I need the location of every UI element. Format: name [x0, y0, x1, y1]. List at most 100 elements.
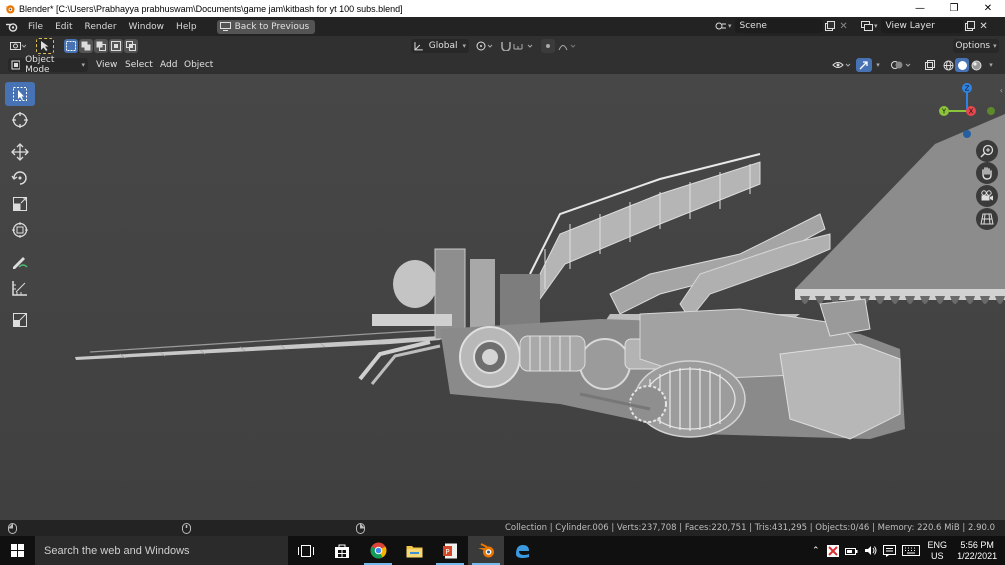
navigation-gizmo[interactable]: Z Y X — [930, 82, 1005, 147]
proportional-editing-toggle[interactable] — [541, 39, 555, 53]
ruler-measure-icon — [12, 281, 27, 296]
shading-material-button[interactable] — [969, 58, 983, 72]
tool-cursor[interactable] — [5, 108, 35, 132]
pivot-point-dropdown[interactable] — [474, 39, 496, 53]
menu-help[interactable]: Help — [170, 22, 203, 32]
select-mode-subtract-button[interactable] — [94, 39, 108, 53]
menu-view[interactable]: View — [96, 58, 117, 72]
blender-menu-icon[interactable] — [0, 17, 22, 36]
taskbar-store-app[interactable] — [324, 536, 360, 565]
taskbar-edge-app[interactable] — [504, 536, 540, 565]
transform-icon — [12, 222, 28, 238]
menu-select[interactable]: Select — [125, 58, 153, 72]
shading-dropdown[interactable]: ▾ — [985, 58, 997, 72]
tool-annotate[interactable] — [5, 250, 35, 274]
menu-edit[interactable]: Edit — [49, 22, 78, 32]
menu-object[interactable]: Object — [184, 58, 213, 72]
battery-icon[interactable] — [844, 546, 858, 556]
delete-view-layer-icon[interactable]: ✕ — [977, 19, 991, 33]
tray-expand-chevron-icon[interactable]: ⌃ — [812, 545, 820, 556]
minimize-button[interactable]: — — [903, 0, 937, 17]
volume-icon[interactable] — [864, 545, 877, 556]
add-cube-icon — [13, 313, 27, 327]
gizmo-neg-y[interactable] — [987, 107, 995, 115]
xray-icon — [925, 60, 935, 70]
action-center-icon[interactable] — [882, 544, 896, 557]
select-intersect-icon — [126, 41, 136, 51]
editor-type-selector[interactable] — [6, 39, 30, 53]
zoom-button[interactable] — [976, 140, 998, 162]
options-dropdown[interactable]: Options ▾ — [953, 39, 999, 53]
view-layer-field[interactable]: View Layer — [880, 19, 963, 33]
select-mode-extend-button[interactable] — [79, 39, 93, 53]
overlay-circles-icon — [891, 61, 911, 69]
menu-render[interactable]: Render — [79, 22, 123, 32]
tool-transform[interactable] — [5, 218, 35, 242]
camera-view-button[interactable] — [976, 185, 998, 207]
language-indicator[interactable]: ENG US — [928, 540, 948, 562]
tray-app-icon[interactable] — [826, 544, 839, 557]
gizmo-dropdown[interactable]: ▾ — [873, 58, 883, 72]
taskbar-file-explorer-app[interactable] — [396, 536, 432, 565]
pan-button[interactable] — [976, 162, 998, 184]
menu-add[interactable]: Add — [160, 58, 177, 72]
windows-start-button[interactable] — [0, 536, 35, 565]
transform-orientation-dropdown[interactable]: Global ▾ — [411, 39, 469, 53]
overlays-dropdown[interactable] — [889, 58, 915, 72]
chevron-down-icon: ▾ — [874, 22, 878, 30]
select-mode-invert-button[interactable] — [109, 39, 123, 53]
screen-icon — [219, 22, 231, 31]
ortho-toggle-button[interactable] — [976, 208, 998, 230]
chevron-down-icon: ▾ — [876, 61, 880, 69]
view-layer-text: View Layer — [885, 21, 935, 31]
taskbar-office-app[interactable]: P — [432, 536, 468, 565]
proportional-falloff-dropdown[interactable] — [557, 39, 579, 53]
clock[interactable]: 5:56 PM 1/22/2021 — [957, 540, 997, 562]
task-view-button[interactable] — [288, 536, 324, 565]
shading-wireframe-button[interactable] — [941, 58, 955, 72]
select-box-tool-button[interactable] — [36, 38, 54, 54]
delete-scene-icon[interactable]: ✕ — [837, 19, 851, 33]
viewport-scene-render — [0, 74, 1005, 520]
tool-select-box[interactable] — [5, 82, 35, 106]
snap-toggle[interactable] — [498, 39, 538, 53]
sidebar-toggle-chevron-icon[interactable]: ‹ — [1000, 86, 1003, 95]
chevron-down-icon: ▾ — [81, 61, 85, 69]
gizmo-neg-z[interactable] — [963, 130, 971, 138]
keyboard-icon[interactable] — [901, 545, 920, 556]
menu-file[interactable]: File — [22, 22, 49, 32]
3d-viewport[interactable]: Z Y X ‹ — [0, 74, 1005, 520]
gizmo-z-label: Z — [965, 85, 970, 93]
scene-name-field[interactable]: Scene — [734, 19, 823, 33]
tool-move[interactable] — [5, 140, 35, 164]
editor-type-icon — [10, 42, 26, 50]
folder-icon — [406, 545, 422, 557]
close-button[interactable]: ✕ — [971, 0, 1005, 17]
tool-rotate[interactable] — [5, 166, 35, 190]
tool-scale[interactable] — [5, 192, 35, 216]
visibility-dropdown[interactable] — [830, 58, 854, 72]
gizmo-toggle[interactable] — [856, 58, 872, 72]
new-view-layer-icon[interactable] — [963, 19, 977, 33]
tool-add-cube[interactable] — [5, 308, 35, 332]
pivot-icon — [476, 41, 493, 51]
gizmo-y-label: Y — [941, 108, 947, 116]
taskbar-search-box[interactable]: Search the web and Windows — [35, 536, 288, 565]
taskbar-blender-app[interactable] — [468, 536, 504, 565]
select-mode-new-button[interactable] — [64, 39, 78, 53]
select-mode-intersect-button[interactable] — [124, 39, 138, 53]
menu-window[interactable]: Window — [123, 22, 171, 32]
back-to-previous-button[interactable]: Back to Previous — [216, 19, 316, 34]
taskbar-chrome-app[interactable] — [360, 536, 396, 565]
scene-browse-icon[interactable] — [714, 19, 728, 33]
xray-toggle[interactable] — [922, 58, 938, 72]
viewport-header: Object Mode ▾ View Select Add Object ▾ ▾ — [0, 55, 1005, 75]
object-mode-dropdown[interactable]: Object Mode ▾ — [8, 55, 88, 75]
restore-button[interactable]: ❐ — [937, 0, 971, 17]
view-layer-browse-icon[interactable] — [860, 19, 874, 33]
mouse-right-icon — [356, 522, 365, 534]
grid-ortho-icon — [980, 213, 994, 225]
tool-measure[interactable] — [5, 276, 35, 300]
shading-solid-button[interactable] — [955, 58, 969, 72]
new-scene-icon[interactable] — [823, 19, 837, 33]
